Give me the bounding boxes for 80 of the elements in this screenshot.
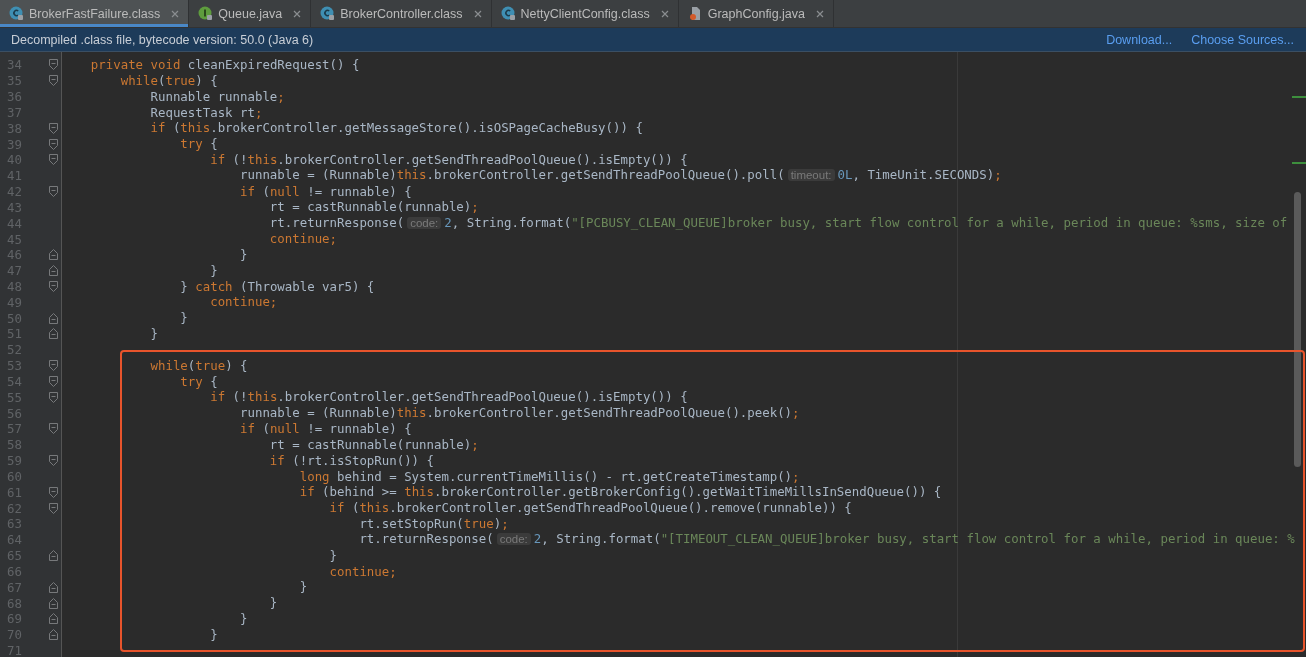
code-line: rt.returnResponse( code: 2, String.format("[PCBUSY_CLEAN_QUEUE]broker busy, start flow control for a while, period in queue: %sms, size of [268, 214, 1288, 232]
fold-icon[interactable] [49, 138, 58, 150]
class-icon [9, 6, 24, 21]
fold-icon[interactable] [49, 75, 58, 87]
close-icon[interactable] [816, 9, 824, 18]
fold-icon[interactable] [49, 550, 58, 562]
fold-icon[interactable] [49, 312, 58, 324]
code-line: } [268, 595, 278, 611]
code-line: if (this.brokerController.getMessageStore().isOSPageCacheBusy()) { [149, 120, 643, 137]
code-line: } catch (Throwable var5) { [179, 278, 375, 295]
editor-tab[interactable]: NettyClientConfig.class [491, 0, 679, 27]
code-line: runnable = (Runnable)this.brokerController.getSendThreadPoolQueue().peek(); [239, 405, 800, 422]
code-line: try { [179, 373, 218, 390]
class-icon [320, 6, 336, 21]
fold-icon[interactable] [49, 486, 58, 498]
code-line: } [209, 262, 218, 279]
fold-icon[interactable] [49, 423, 58, 435]
code-line: continue; [268, 231, 337, 247]
change-marker [1292, 96, 1306, 98]
code-line: } [298, 579, 308, 596]
code-line: if (null != runnable) { [239, 421, 412, 437]
fold-icon[interactable] [49, 613, 58, 625]
editor-tab[interactable]: GraphConfig.java [678, 0, 834, 27]
interface-icon [198, 6, 214, 21]
code-line: while(true) { [149, 357, 248, 374]
code-line: RequestTask rt; [149, 104, 263, 121]
code-line: rt.setStopRun(true); [358, 516, 509, 532]
code-line: Runnable runnable; [149, 88, 285, 105]
code-line: runnable = (Runnable)this.brokerController.getSendThreadPoolQueue().poll( timeout: 0L, TimeUnit.SECONDS); [239, 167, 1002, 185]
close-icon[interactable] [660, 9, 669, 18]
fold-icon[interactable] [49, 581, 58, 593]
code-line: if (behind >= this.brokerController.getBrokerConfig().getWaitTimeMillsInSendQueue()) { [298, 484, 942, 501]
code-line: if (!this.brokerController.getSendThreadPoolQueue().isEmpty()) { [209, 389, 688, 406]
code-line: rt = castRunnable(runnable); [268, 436, 479, 453]
code-line: if (null != runnable) { [239, 183, 412, 200]
code-line: while(true) { [119, 72, 218, 89]
fold-icon[interactable] [49, 597, 58, 609]
banner-link[interactable]: Download... [1106, 32, 1173, 47]
code-line: private void cleanExpiredRequest() { [89, 57, 360, 73]
code-line: } [179, 310, 188, 327]
fold-icon[interactable] [49, 328, 58, 340]
code-line: } [239, 246, 248, 263]
fold-icon[interactable] [49, 249, 58, 261]
fold-icon[interactable] [49, 375, 58, 387]
code-line: if (!rt.isStopRun()) { [268, 452, 434, 469]
fold-icon[interactable] [49, 265, 58, 277]
change-marker [1292, 162, 1306, 164]
close-icon[interactable] [293, 9, 302, 18]
code-line: } [209, 626, 218, 643]
code-line: try { [179, 136, 218, 152]
fold-icon[interactable] [49, 391, 58, 403]
fold-icon[interactable] [49, 281, 58, 292]
editor-tab[interactable]: BrokerController.class [311, 0, 492, 27]
code-line: rt.returnResponse( code: 2, String.format("[TIMEOUT_CLEAN_QUEUE]broker busy, start flow control for a while, period in queue: % [358, 531, 1295, 549]
code-line: } [328, 547, 337, 564]
code-line: if (!this.brokerController.getSendThreadPoolQueue().isEmpty()) { [209, 152, 688, 168]
editor-tab[interactable]: Queue.java [189, 0, 312, 27]
code-line: } [149, 326, 158, 342]
fold-icon[interactable] [49, 360, 58, 372]
code-line: if (this.brokerController.getSendThreadPoolQueue().remove(runnable)) { [328, 500, 852, 516]
code-line: long behind = System.currentTimeMillis() - rt.getCreateTimestamp(); [298, 468, 800, 485]
fold-icon[interactable] [49, 122, 58, 134]
scrollbar-thumb[interactable] [1294, 192, 1301, 467]
class-icon [500, 6, 516, 21]
code-line: continue; [328, 563, 397, 580]
fold-icon[interactable] [49, 186, 58, 198]
close-icon[interactable] [473, 9, 482, 18]
fold-icon[interactable] [49, 154, 58, 166]
code-line: } [239, 611, 248, 627]
fold-icon[interactable] [49, 59, 58, 71]
fold-icon[interactable] [49, 502, 58, 514]
code-line: continue; [209, 294, 278, 311]
fold-icon[interactable] [49, 455, 58, 467]
fold-icon[interactable] [49, 629, 58, 641]
java-file-icon [687, 6, 703, 21]
editor-tab[interactable]: BrokerFastFailure.class [0, 0, 190, 27]
decompiled-notice: Decompiled .class file, bytecode version: 50.0 (Java 6) [11, 32, 315, 47]
code-line: rt = castRunnable(runnable); [268, 199, 479, 216]
close-icon[interactable] [171, 9, 180, 18]
banner-link[interactable]: Choose Sources... [1191, 32, 1294, 47]
